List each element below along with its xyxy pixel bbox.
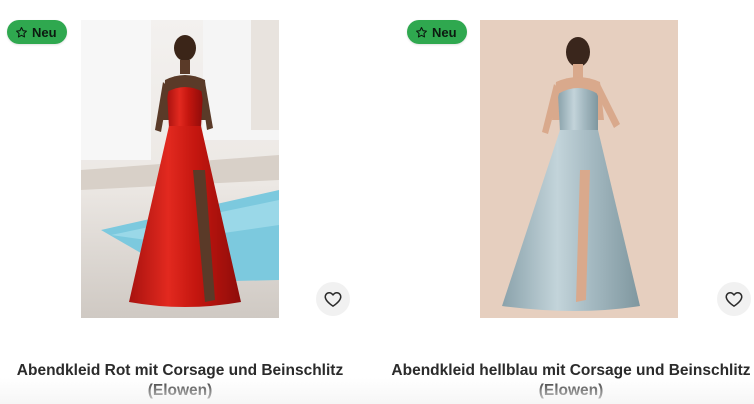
star-icon — [16, 26, 27, 37]
product-grid: Neu Abendkleid Rot mit Corsage und Beins… — [0, 0, 754, 404]
star-icon — [416, 26, 427, 37]
product-title[interactable]: Abendkleid hellblau mit Corsage und Bein… — [386, 361, 754, 401]
product-card[interactable]: Neu Abendkleid hellblau mit Corsage und … — [391, 0, 754, 404]
product-image[interactable] — [81, 20, 279, 318]
new-badge: Neu — [407, 20, 467, 44]
badge-label: Neu — [432, 24, 457, 40]
heart-icon — [324, 292, 342, 307]
heart-icon — [725, 292, 743, 307]
product-title[interactable]: Abendkleid Rot mit Corsage und Beinschli… — [0, 361, 360, 401]
product-image[interactable] — [480, 20, 678, 318]
new-badge: Neu — [7, 20, 67, 44]
product-card[interactable]: Neu Abendkleid Rot mit Corsage und Beins… — [0, 0, 360, 404]
wishlist-button[interactable] — [316, 282, 350, 316]
product-photo-red-dress — [81, 20, 279, 318]
badge-label: Neu — [32, 24, 57, 40]
product-photo-blue-dress — [480, 20, 678, 318]
wishlist-button[interactable] — [717, 282, 751, 316]
